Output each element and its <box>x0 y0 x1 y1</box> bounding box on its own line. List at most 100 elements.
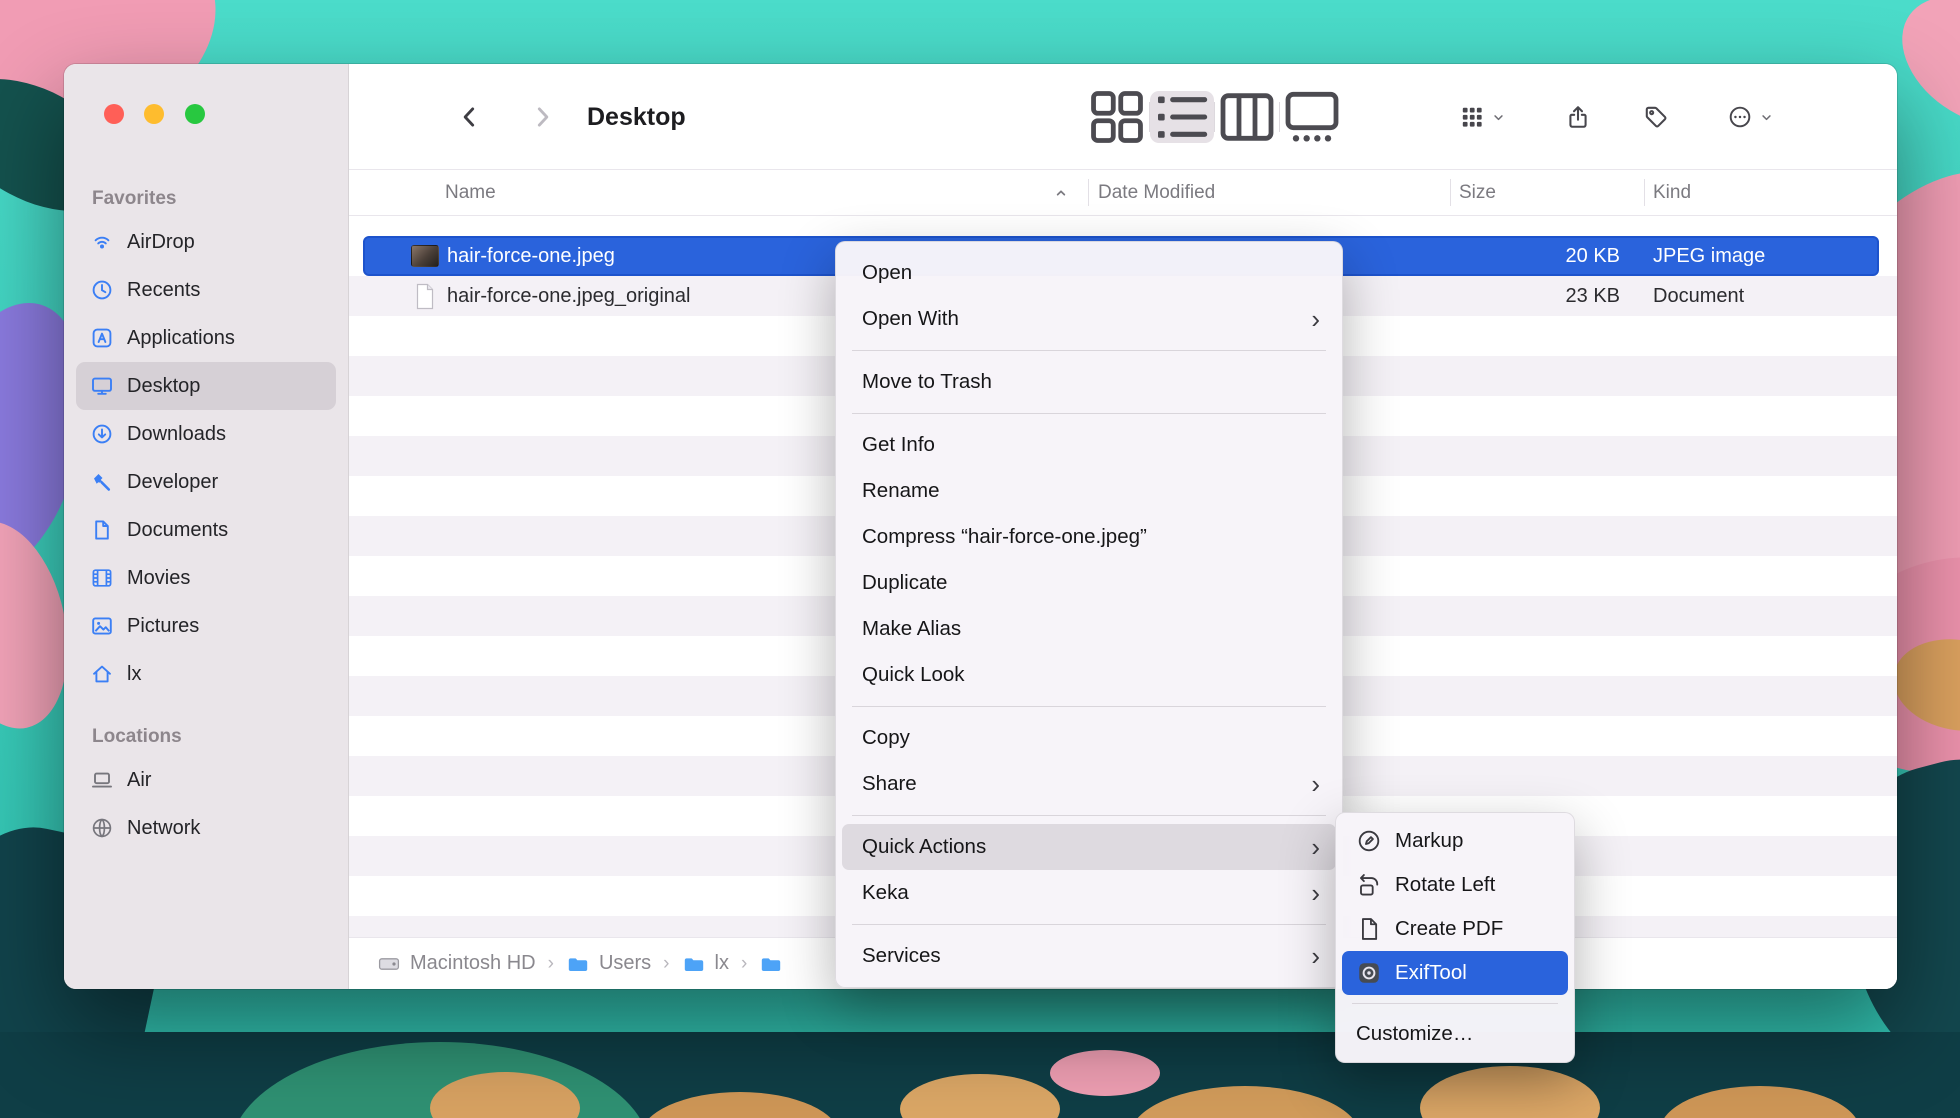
context-menu: Open Open With Move to Trash Get Info Re… <box>835 241 1343 988</box>
sidebar-item-airdrop[interactable]: AirDrop <box>76 218 336 266</box>
photo-icon <box>90 614 114 638</box>
sidebar-item-label: Movies <box>127 567 190 590</box>
sidebar-item-label: Desktop <box>127 375 200 398</box>
list-view-button[interactable] <box>1150 91 1214 143</box>
sidebar-item-applications[interactable]: Applications <box>76 314 336 362</box>
column-header-size[interactable]: Size <box>1459 170 1496 216</box>
tag-icon <box>1643 104 1669 130</box>
menu-item-label: Open <box>862 261 912 285</box>
applications-icon <box>90 326 114 350</box>
sidebar-item-documents[interactable]: Documents <box>76 506 336 554</box>
quick-actions-submenu: Markup Rotate Left Create PDF ExifTool C… <box>1335 812 1575 1063</box>
sidebar-item-desktop[interactable]: Desktop <box>76 362 336 410</box>
path-segment[interactable]: Macintosh HD <box>377 952 536 976</box>
menu-item-copy[interactable]: Copy <box>836 715 1342 761</box>
globe-icon <box>90 816 114 840</box>
zoom-button[interactable] <box>185 104 205 124</box>
file-size: 20 KB <box>1566 236 1620 276</box>
menu-item-get-info[interactable]: Get Info <box>836 422 1342 468</box>
column-divider[interactable] <box>1088 179 1089 206</box>
hammer-icon <box>90 470 114 494</box>
desktop-icon <box>90 374 114 398</box>
path-segment-label: lx <box>715 952 729 975</box>
sidebar-item-lx[interactable]: lx <box>76 650 336 698</box>
gallery-view-button[interactable] <box>1280 91 1344 143</box>
markup-icon <box>1356 828 1382 854</box>
icon-view-button[interactable] <box>1085 91 1149 143</box>
menu-item-label: Move to Trash <box>862 370 992 394</box>
window-title: Desktop <box>587 64 686 170</box>
menu-item-make-alias[interactable]: Make Alias <box>836 606 1342 652</box>
sort-ascending-icon <box>1053 185 1069 201</box>
forward-button[interactable] <box>517 91 567 143</box>
path-segment-label: Users <box>599 952 651 975</box>
menu-item-keka[interactable]: Keka <box>836 870 1342 916</box>
menu-item-label: Copy <box>862 726 910 750</box>
document-file-icon <box>413 283 437 310</box>
sidebar-item-pictures[interactable]: Pictures <box>76 602 336 650</box>
path-separator: › <box>548 953 554 975</box>
sidebar-item-movies[interactable]: Movies <box>76 554 336 602</box>
menu-item-quick-actions[interactable]: Quick Actions <box>842 824 1336 870</box>
submenu-item-rotate-left[interactable]: Rotate Left <box>1342 863 1568 907</box>
menu-item-share[interactable]: Share <box>836 761 1342 807</box>
column-divider[interactable] <box>1450 179 1451 206</box>
menu-item-label: Make Alias <box>862 617 961 641</box>
more-actions-button[interactable] <box>1713 91 1787 143</box>
sidebar-section-heading: Favorites <box>92 188 334 210</box>
menu-item-open-with[interactable]: Open With <box>836 296 1342 342</box>
sidebar-item-label: Developer <box>127 471 218 494</box>
path-separator: › <box>741 953 747 975</box>
menu-divider <box>852 924 1326 925</box>
toolbar: Desktop <box>349 64 1897 170</box>
path-segment[interactable] <box>759 952 792 976</box>
sidebar-item-downloads[interactable]: Downloads <box>76 410 336 458</box>
path-segment[interactable]: Users <box>566 952 651 976</box>
rotate-left-icon <box>1356 872 1382 898</box>
column-view-button[interactable] <box>1215 91 1279 143</box>
menu-item-label: Share <box>862 772 917 796</box>
share-button[interactable] <box>1553 91 1603 143</box>
sidebar-item-developer[interactable]: Developer <box>76 458 336 506</box>
file-name: hair-force-one.jpeg <box>447 236 615 276</box>
submenu-item-markup[interactable]: Markup <box>1342 819 1568 863</box>
path-separator: › <box>663 953 669 975</box>
menu-item-compress[interactable]: Compress “hair-force-one.jpeg” <box>836 514 1342 560</box>
close-button[interactable] <box>104 104 124 124</box>
menu-divider <box>1352 1003 1558 1004</box>
submenu-arrow-icon <box>1311 771 1320 797</box>
sidebar-item-air[interactable]: Air <box>76 756 336 804</box>
sidebar-item-network[interactable]: Network <box>76 804 336 852</box>
menu-item-move-to-trash[interactable]: Move to Trash <box>836 359 1342 405</box>
column-header-kind[interactable]: Kind <box>1653 170 1691 216</box>
submenu-item-exiftool[interactable]: ExifTool <box>1342 951 1568 995</box>
menu-item-duplicate[interactable]: Duplicate <box>836 560 1342 606</box>
sidebar-item-label: Recents <box>127 279 200 302</box>
submenu-arrow-icon <box>1311 880 1320 906</box>
menu-item-open[interactable]: Open <box>836 250 1342 296</box>
menu-divider <box>852 706 1326 707</box>
search-button[interactable] <box>1887 91 1897 143</box>
column-header-name[interactable]: Name <box>445 170 496 216</box>
column-divider[interactable] <box>1644 179 1645 206</box>
column-header-date-modified[interactable]: Date Modified <box>1098 170 1215 216</box>
group-button[interactable] <box>1445 91 1519 143</box>
airdrop-icon <box>90 230 114 254</box>
submenu-item-customize[interactable]: Customize… <box>1342 1012 1568 1056</box>
back-button[interactable] <box>445 91 495 143</box>
minimize-button[interactable] <box>144 104 164 124</box>
laptop-icon <box>90 768 114 792</box>
menu-item-services[interactable]: Services <box>836 933 1342 979</box>
hard-disk-icon <box>377 952 401 976</box>
menu-item-rename[interactable]: Rename <box>836 468 1342 514</box>
path-segment[interactable]: lx <box>682 952 729 976</box>
sidebar-item-label: AirDrop <box>127 231 195 254</box>
submenu-item-label: Markup <box>1395 829 1463 853</box>
submenu-item-create-pdf[interactable]: Create PDF <box>1342 907 1568 951</box>
menu-item-quick-look[interactable]: Quick Look <box>836 652 1342 698</box>
jpeg-thumbnail-icon <box>411 245 439 267</box>
sidebar-item-label: Network <box>127 817 200 840</box>
sidebar-item-recents[interactable]: Recents <box>76 266 336 314</box>
wallpaper-shape <box>1050 1050 1160 1096</box>
tags-button[interactable] <box>1631 91 1681 143</box>
